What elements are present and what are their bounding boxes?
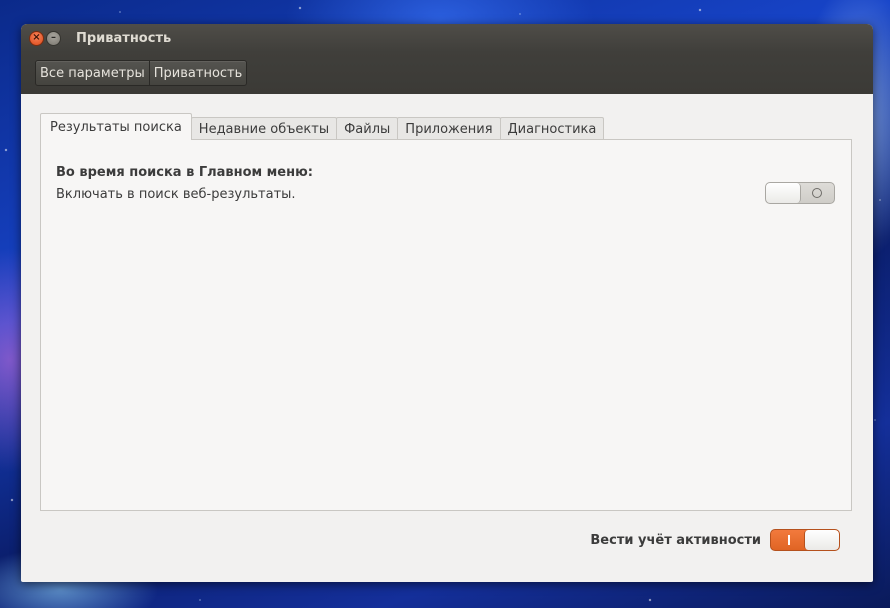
minimize-icon: –: [51, 32, 56, 43]
toggle-knob: [804, 530, 839, 550]
search-results-panel: Во время поиска в Главном меню: Включать…: [40, 139, 852, 511]
activity-recording-label: Вести учёт активности: [590, 533, 761, 548]
tab-diagnostics[interactable]: Диагностика: [499, 117, 605, 140]
minimize-window-button[interactable]: –: [46, 30, 61, 46]
title-bar[interactable]: × – Приватность: [21, 24, 873, 52]
breadcrumb-all-settings-button[interactable]: Все параметры: [36, 61, 149, 85]
breadcrumb: Все параметры Приватность: [35, 60, 248, 86]
tab-applications[interactable]: Приложения: [397, 117, 501, 140]
web-results-label: Включать в поиск веб-результаты.: [56, 187, 296, 202]
search-section-heading: Во время поиска в Главном меню:: [56, 165, 313, 180]
off-circle-icon: [812, 188, 822, 198]
tab-recent-items[interactable]: Недавние объекты: [190, 117, 338, 140]
toggle-knob: [766, 183, 801, 203]
toolbar: Все параметры Приватность: [21, 52, 873, 94]
web-results-toggle[interactable]: [765, 182, 835, 204]
on-bar-icon: [788, 535, 790, 545]
window-title: Приватность: [76, 30, 172, 46]
content-area: Результаты поиска Недавние объекты Файлы…: [21, 94, 873, 582]
tab-files[interactable]: Файлы: [336, 117, 399, 140]
tab-search-results[interactable]: Результаты поиска: [40, 113, 192, 140]
close-window-button[interactable]: ×: [29, 30, 44, 46]
activity-recording-toggle[interactable]: [770, 529, 840, 551]
tab-bar: Результаты поиска Недавние объекты Файлы…: [40, 113, 605, 140]
privacy-settings-window: × – Приватность Все параметры Приватност…: [21, 24, 873, 582]
close-icon: ×: [32, 32, 41, 43]
breadcrumb-privacy-button[interactable]: Приватность: [148, 61, 247, 85]
